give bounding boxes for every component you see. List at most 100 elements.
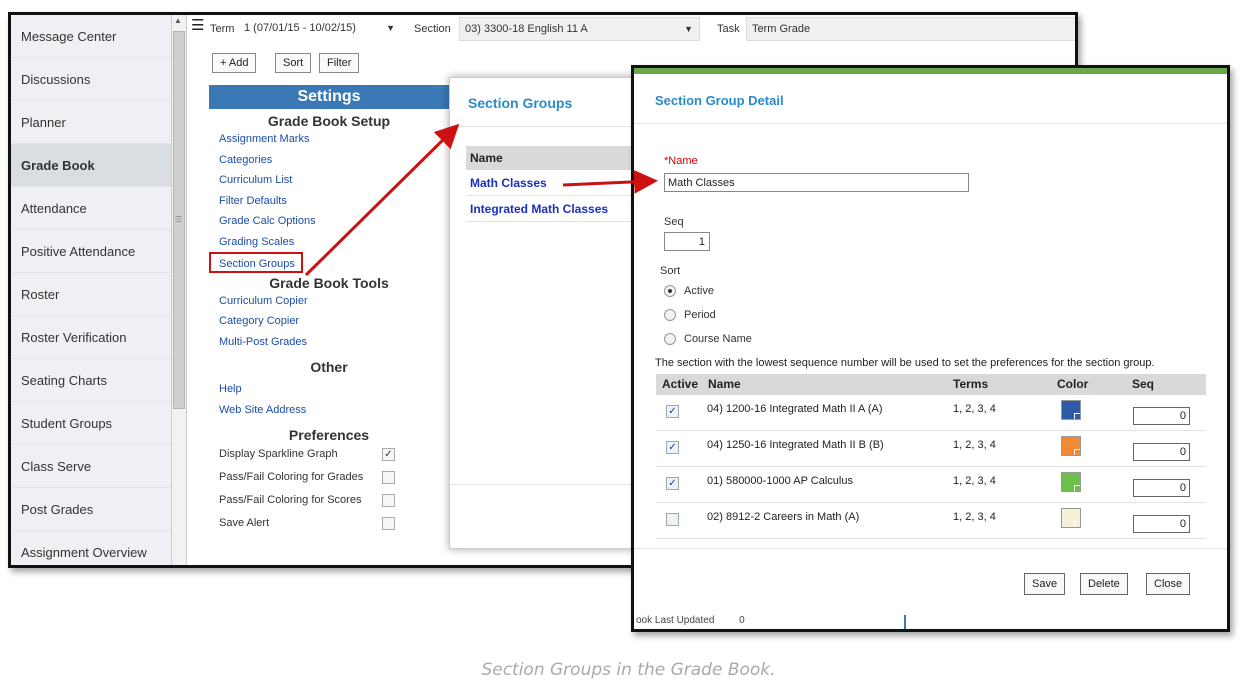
settings-link[interactable]: Filter Defaults [209, 191, 449, 212]
preference-checkbox[interactable] [382, 471, 395, 484]
nav-item[interactable]: Class Serve [11, 445, 171, 488]
color-swatch[interactable] [1061, 472, 1081, 492]
nav-item[interactable]: Discussions [11, 58, 171, 101]
seq-field[interactable] [1133, 443, 1190, 461]
section-name: 02) 8912-2 Careers in Math (A) [707, 511, 860, 523]
active-checkbox[interactable]: ✓ [666, 477, 679, 490]
color-swatch[interactable] [1061, 508, 1081, 528]
column-name: Name [708, 377, 741, 391]
section-terms: 1, 2, 3, 4 [953, 403, 996, 415]
settings-link[interactable]: Web Site Address [209, 400, 449, 421]
settings-link[interactable]: Help [209, 379, 449, 400]
seq-field[interactable] [1133, 479, 1190, 497]
resize-grip-icon[interactable]: ☰ [175, 215, 182, 224]
task-label: Task [717, 23, 740, 35]
section-terms: 1, 2, 3, 4 [953, 475, 996, 487]
term-select[interactable]: 1 (07/01/15 - 10/02/15) ▼ [239, 17, 401, 41]
task-select[interactable]: Term Grade [746, 17, 1075, 41]
preference-label: Pass/Fail Coloring for Grades [219, 471, 364, 483]
color-swatch[interactable] [1061, 436, 1081, 456]
sort-label: Sort [660, 265, 681, 277]
preference-checkbox[interactable] [382, 494, 395, 507]
grade-book-setup-heading: Grade Book Setup [267, 113, 391, 129]
seq-field[interactable] [1133, 515, 1190, 533]
settings-link[interactable]: Curriculum Copier [209, 291, 449, 312]
nav-item[interactable]: Grade Book [11, 144, 171, 187]
table-row: ✓ 01) 580000-1000 AP Calculus 1, 2, 3, 4 [656, 467, 1206, 503]
scroll-up-icon[interactable]: ▲ [174, 16, 182, 25]
dialog-accent-bar [634, 68, 1227, 74]
seq-input[interactable] [664, 232, 710, 251]
section-group-detail-title: Section Group Detail [655, 93, 784, 108]
name-input[interactable] [664, 173, 969, 192]
section-select-value: 03) 3300-18 English 11 A [465, 23, 588, 35]
settings-link[interactable]: Curriculum List [209, 170, 449, 191]
nav-item[interactable]: Assignment Overview [11, 531, 171, 565]
caret-down-icon: ▼ [684, 24, 693, 34]
settings-link[interactable]: Multi-Post Grades [209, 332, 449, 353]
settings-link[interactable]: Category Copier [209, 311, 449, 332]
nav-item[interactable]: Message Center [11, 15, 171, 58]
sequence-note: The section with the lowest sequence num… [655, 357, 1155, 369]
sort-option-label: Course Name [684, 333, 752, 345]
preferences-heading: Preferences [288, 427, 370, 443]
section-groups-title: Section Groups [468, 95, 573, 111]
section-groups-link[interactable]: Section Groups [209, 252, 303, 273]
close-button[interactable]: Close [1146, 573, 1191, 595]
filter-bar: Term 1 (07/01/15 - 10/02/15) ▼ Section 0… [206, 15, 1075, 45]
section-name: 04) 1250-16 Integrated Math II B (B) [707, 439, 884, 451]
settings-link[interactable]: Assignment Marks [209, 129, 449, 150]
column-seq: Seq [1132, 377, 1155, 391]
active-checkbox[interactable]: ✓ [666, 405, 679, 418]
filter-button[interactable]: Filter [319, 53, 360, 73]
divider [634, 548, 1227, 549]
sort-option-label: Active [684, 285, 714, 297]
preference-label: Display Sparkline Graph [219, 448, 338, 460]
preference-checkbox[interactable]: ✓ [382, 448, 395, 461]
last-updated-value: 0 [739, 615, 745, 626]
divider [904, 615, 906, 629]
nav-item[interactable]: Student Groups [11, 402, 171, 445]
settings-panel: Settings Grade Book Setup Assignment Mar… [209, 85, 449, 565]
nav-item[interactable]: Roster Verification [11, 316, 171, 359]
section-label: Section [414, 23, 451, 35]
grade-book-tools-heading: Grade Book Tools [269, 274, 389, 291]
settings-link[interactable]: Grading Scales [209, 232, 449, 253]
preference-label: Save Alert [219, 517, 270, 529]
sections-table-header: Active Name Terms Color Seq [656, 374, 1206, 395]
add-button[interactable]: + Add [212, 53, 257, 73]
nav-item[interactable]: Attendance [11, 187, 171, 230]
nav-item[interactable]: Roster [11, 273, 171, 316]
active-checkbox[interactable] [666, 513, 679, 526]
other-heading: Other [310, 359, 348, 375]
section-select[interactable]: 03) 3300-18 English 11 A ▼ [459, 17, 700, 41]
nav-item[interactable]: Planner [11, 101, 171, 144]
section-name: 04) 1200-16 Integrated Math II A (A) [707, 403, 883, 415]
nav-item[interactable]: Post Grades [11, 488, 171, 531]
nav-item[interactable]: Positive Attendance [11, 230, 171, 273]
save-button[interactable]: Save [1024, 573, 1066, 595]
color-swatch[interactable] [1061, 400, 1081, 420]
preference-checkbox[interactable] [382, 517, 395, 530]
menu-icon[interactable]: ☰ [191, 16, 204, 34]
radio-button[interactable] [664, 333, 676, 345]
settings-link[interactable]: Categories [209, 150, 449, 171]
active-checkbox[interactable]: ✓ [666, 441, 679, 454]
radio-button[interactable] [664, 285, 676, 297]
preferences-list: Display Sparkline Graph ✓ Pass/Fail Colori… [209, 443, 449, 535]
preference-row: Pass/Fail Coloring for Grades [209, 466, 449, 489]
tools-links: Curriculum Copier Category Copier Multi-Po… [209, 291, 449, 353]
nav-item[interactable]: Seating Charts [11, 359, 171, 402]
radio-button[interactable] [664, 309, 676, 321]
settings-link[interactable]: Grade Calc Options [209, 211, 449, 232]
delete-button[interactable]: Delete [1080, 573, 1128, 595]
settings-title: Settings [209, 85, 449, 109]
divider [634, 123, 1227, 124]
sort-button[interactable]: Sort [275, 53, 312, 73]
seq-field[interactable] [1133, 407, 1190, 425]
column-terms: Terms [953, 377, 989, 391]
seq-label: Seq [664, 216, 684, 228]
preference-row: Save Alert [209, 512, 449, 535]
nav-scrollbar[interactable]: ▲ [171, 15, 187, 565]
table-row: 02) 8912-2 Careers in Math (A) 1, 2, 3, 4 [656, 503, 1206, 539]
